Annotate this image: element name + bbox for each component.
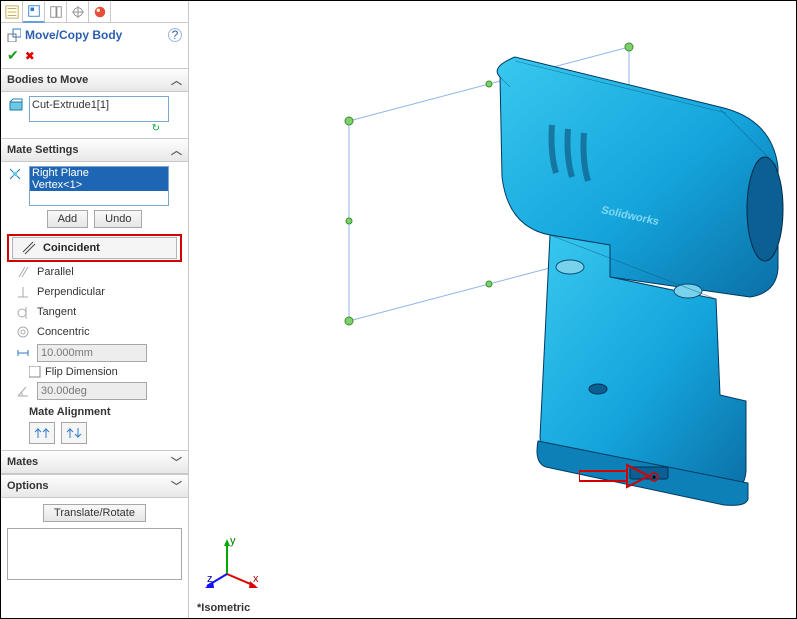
- bodies-section-header[interactable]: Bodies to Move ︿: [1, 68, 188, 92]
- align-opposite-button[interactable]: [61, 422, 87, 444]
- coincident-label: Coincident: [43, 242, 100, 254]
- angle-input[interactable]: 30.00deg: [37, 382, 147, 400]
- flip-row[interactable]: Flip Dimension: [7, 364, 182, 380]
- translate-rotate-button[interactable]: Translate/Rotate: [43, 504, 146, 522]
- angle-icon: [15, 383, 31, 399]
- mates-section-header[interactable]: Mates ﹀: [1, 450, 188, 474]
- mate-parallel[interactable]: Parallel: [7, 262, 182, 282]
- alignment-header: Mate Alignment: [7, 402, 182, 420]
- view-triad: y x z: [205, 536, 261, 592]
- mates-label: Mates: [7, 456, 38, 468]
- options-label: Options: [7, 480, 49, 492]
- body-item: Cut-Extrude1[1]: [32, 99, 109, 111]
- align-same-button[interactable]: [29, 422, 55, 444]
- distance-input[interactable]: 10.000mm: [37, 344, 147, 362]
- coincident-icon: [21, 240, 37, 256]
- bodies-section-body: Cut-Extrude1[1] ↻: [1, 92, 188, 138]
- mate-ref-item[interactable]: Vertex<1>: [30, 179, 168, 191]
- tangent-icon: [15, 304, 31, 320]
- undo-button[interactable]: Undo: [94, 210, 142, 228]
- flip-label: Flip Dimension: [45, 366, 118, 378]
- expand-icon: ﹀: [171, 454, 182, 470]
- collapse-icon: ︿: [171, 142, 182, 158]
- reset-icon[interactable]: ↻: [152, 123, 160, 134]
- mate-ref-icon: [7, 166, 25, 184]
- tab-dimxpert[interactable]: [67, 1, 89, 23]
- parallel-icon: [15, 264, 31, 280]
- mate-ref-item[interactable]: Right Plane: [30, 167, 168, 179]
- mate-perpendicular[interactable]: Perpendicular: [7, 282, 182, 302]
- cancel-button[interactable]: ✖: [25, 49, 35, 63]
- tab-config[interactable]: [45, 1, 67, 23]
- ok-button[interactable]: ✔: [7, 47, 19, 64]
- mate-settings-body: Right Plane Vertex<1> Add Undo Coinciden…: [1, 162, 188, 450]
- axis-x: x: [253, 573, 259, 585]
- angle-row: 30.00deg: [7, 380, 182, 402]
- model-body[interactable]: Solidworks: [420, 37, 790, 507]
- concentric-label: Concentric: [37, 326, 90, 338]
- feature-title: Move/Copy Body: [25, 28, 122, 42]
- mate-settings-label: Mate Settings: [7, 144, 79, 156]
- mate-settings-header[interactable]: Mate Settings ︿: [1, 138, 188, 162]
- tangent-label: Tangent: [37, 306, 76, 318]
- graphics-viewport[interactable]: Right Plane Solidworks: [189, 1, 796, 618]
- coincident-highlight: Coincident: [7, 234, 182, 262]
- collapse-icon: ︿: [171, 72, 182, 88]
- expand-icon: ﹀: [171, 478, 182, 494]
- feature-header: Move/Copy Body ?: [1, 23, 188, 47]
- tab-property-manager[interactable]: [23, 1, 45, 23]
- panel-tabbar: [1, 1, 188, 23]
- tab-feature-tree[interactable]: [1, 1, 23, 23]
- checkbox-icon: [29, 366, 41, 378]
- move-copy-icon: [7, 28, 21, 42]
- perpendicular-label: Perpendicular: [37, 286, 105, 298]
- comment-box[interactable]: [7, 528, 182, 580]
- view-name: *Isometric: [197, 602, 250, 614]
- options-section-header[interactable]: Options ﹀: [1, 474, 188, 498]
- body-icon: [7, 96, 25, 114]
- help-icon[interactable]: ?: [168, 28, 182, 42]
- mate-refs-list[interactable]: Right Plane Vertex<1>: [29, 166, 169, 206]
- bodies-list[interactable]: Cut-Extrude1[1]: [29, 96, 169, 122]
- tab-appearance[interactable]: [89, 1, 111, 23]
- mate-coincident[interactable]: Coincident: [12, 237, 177, 259]
- axis-z: z: [207, 573, 213, 585]
- distance-row: 10.000mm: [7, 342, 182, 364]
- parallel-label: Parallel: [37, 266, 74, 278]
- distance-icon: [15, 345, 31, 361]
- bodies-header-label: Bodies to Move: [7, 74, 88, 86]
- add-button[interactable]: Add: [47, 210, 89, 228]
- mate-concentric[interactable]: Concentric: [7, 322, 182, 342]
- mate-tangent[interactable]: Tangent: [7, 302, 182, 322]
- confirm-row: ✔ ✖: [1, 47, 188, 68]
- callout-arrow: [579, 463, 651, 489]
- property-manager-panel: Move/Copy Body ? ✔ ✖ Bodies to Move ︿ Cu…: [1, 1, 189, 618]
- concentric-icon: [15, 324, 31, 340]
- axis-y: y: [230, 536, 236, 547]
- alignment-row: [7, 420, 182, 446]
- perpendicular-icon: [15, 284, 31, 300]
